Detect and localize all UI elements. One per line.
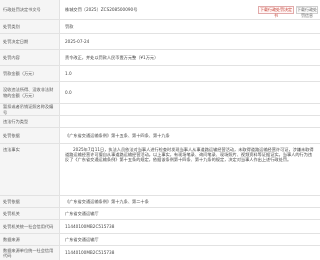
field-value [60, 116, 320, 127]
penalty-detail-page: 行政处罚决定书文号 株城交罚〔2025〕ZCS208500090号 下载行政处罚… [0, 0, 320, 260]
field-row: 违法事实 2025年7月11日，执法人员依法对当事人进行检查时发现当事人从事道路… [0, 144, 320, 196]
field-row: 处罚机关 广东省交通运输厅 [0, 208, 320, 220]
field-row: 数据来源单位统一社会信用代码 11440100MB2C515738 [0, 246, 320, 260]
field-label: 处罚内容 [0, 50, 60, 65]
field-label: 处罚依据 [0, 128, 60, 143]
field-value: 1.0 [65, 70, 72, 76]
violation-facts-text: 2025年7月11日，执法人员依法对当事人进行检查时发现当事人从事道路运输经营活… [65, 147, 314, 163]
field-row: 处罚决定日期 2025-07-24 [0, 34, 320, 50]
download-info-button[interactable]: 下载行政处罚信息 [296, 6, 318, 18]
field-row: 没收违法所得、没收非法财物的金额（万元） 0.0 [0, 82, 320, 104]
field-value: 0.0 [65, 89, 72, 95]
field-label: 违法事实 [0, 144, 60, 195]
field-row: 违法行为类型 [0, 116, 320, 128]
field-label: 违法行为类型 [0, 116, 60, 127]
field-label: 暂扣或者吊销证照名称及编号 [0, 104, 60, 115]
field-row: 暂扣或者吊销证照名称及编号 [0, 104, 320, 116]
field-label: 没收违法所得、没收非法财物的金额（万元） [0, 82, 60, 103]
decision-number-label: 行政处罚决定书文号 [0, 0, 60, 19]
field-label: 罚款金额（万元） [0, 66, 60, 81]
field-row: 罚款金额（万元） 1.0 [0, 66, 320, 82]
download-decision-button[interactable]: 下载行政处罚决定书 [258, 6, 294, 18]
field-value: 罚款 [65, 23, 74, 29]
field-row: 处罚机关统一社会信用代码 11440100MB2C515738 [0, 220, 320, 234]
field-row: 数据来源 广东省交通运输厅 [0, 234, 320, 246]
field-label: 处罚机关统一社会信用代码 [0, 220, 60, 233]
field-value: 广东省交通运输厅 [65, 210, 99, 216]
field-value: 2025-07-24 [65, 38, 90, 44]
field-row: 处罚类别 罚款 [0, 20, 320, 34]
field-value: 11440100MB2C515738 [65, 250, 115, 256]
field-row: 处罚依据 《广东省交通运输条例》第十五条、第十四条、第十九条 [0, 128, 320, 144]
field-label: 处罚决定日期 [0, 34, 60, 49]
field-value: 《广东省交通运输条例》第十五条、第十四条、第十九条 [65, 132, 170, 138]
field-value: 11440100MB2C515738 [65, 223, 115, 229]
field-label: 处罚机关 [0, 208, 60, 219]
field-label: 处罚类别 [0, 20, 60, 33]
field-row: 处罚内容 责令改正，并处以罚款人民币壹万元整（¥1万元） [0, 50, 320, 66]
field-value: 《广东省交通运输条例》第十九条、第二十条 [65, 198, 149, 204]
field-label: 数据来源单位统一社会信用代码 [0, 246, 60, 260]
field-label: 处罚依据 [0, 196, 60, 207]
field-row: 处罚依据 《广东省交通运输条例》第十九条、第二十条 [0, 196, 320, 208]
field-value [60, 104, 320, 115]
field-value: 责令改正，并处以罚款人民币壹万元整（¥1万元） [65, 54, 159, 60]
